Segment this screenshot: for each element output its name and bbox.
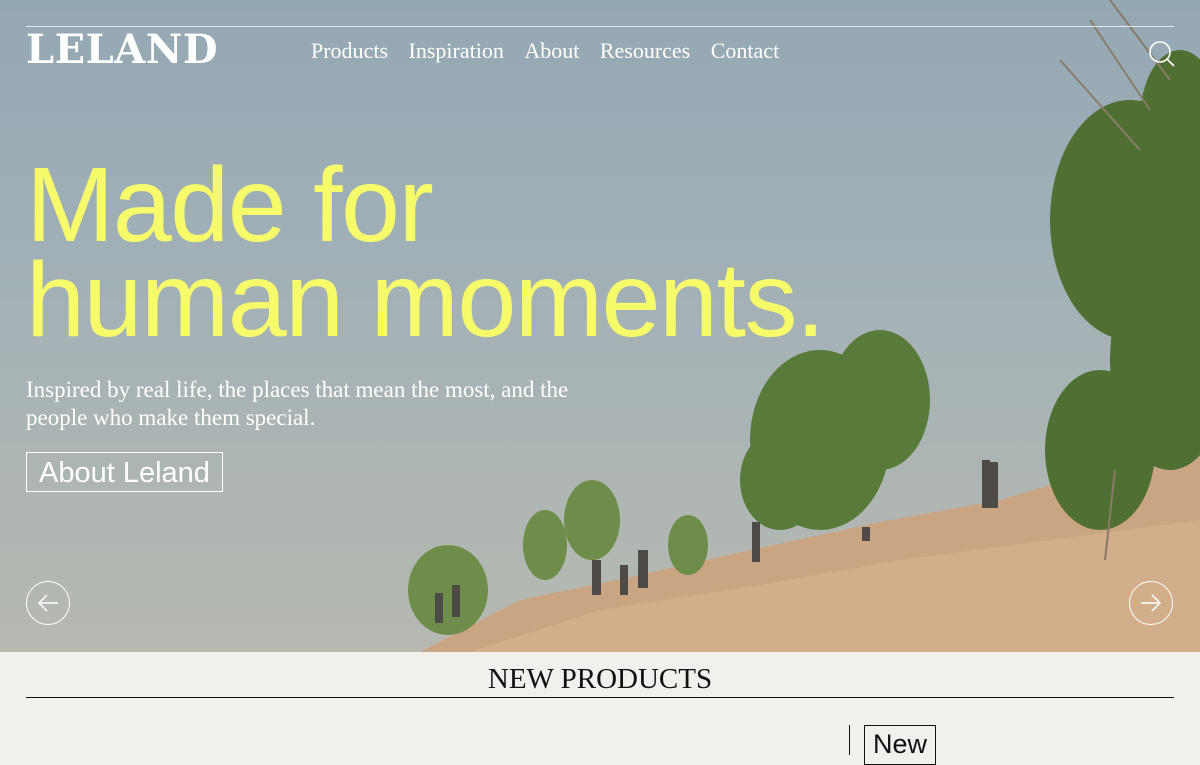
logo[interactable]: LELAND bbox=[26, 26, 218, 74]
hero-headline: Made for human moments. bbox=[26, 146, 825, 359]
nav-item-contact[interactable]: Contact bbox=[711, 34, 779, 68]
nav-item-resources[interactable]: Resources bbox=[600, 34, 690, 68]
arrow-left-icon bbox=[37, 594, 58, 612]
hero-banner: LELAND Products Inspiration About Resour… bbox=[0, 0, 1200, 652]
nav-item-inspiration[interactable]: Inspiration bbox=[409, 34, 504, 68]
product-divider bbox=[849, 725, 850, 755]
about-leland-button[interactable]: About Leland bbox=[26, 452, 223, 492]
search-button[interactable] bbox=[1148, 40, 1176, 68]
carousel-next-button[interactable] bbox=[1129, 581, 1173, 625]
new-products-title: NEW PRODUCTS bbox=[487, 663, 713, 695]
hero-headline-line2: human moments. bbox=[26, 241, 825, 359]
new-badge: New bbox=[864, 725, 937, 765]
hero-headline-line1: Made for bbox=[26, 146, 434, 264]
carousel-prev-button[interactable] bbox=[26, 581, 70, 625]
section-divider bbox=[26, 697, 1174, 698]
main-nav: Products Inspiration About Resources Con… bbox=[311, 34, 800, 68]
nav-item-about[interactable]: About bbox=[524, 34, 579, 68]
search-icon bbox=[1149, 41, 1175, 67]
nav-item-products[interactable]: Products bbox=[311, 34, 388, 68]
arrow-right-icon bbox=[1141, 594, 1162, 612]
hero-subtext: Inspired by real life, the places that m… bbox=[26, 377, 569, 430]
